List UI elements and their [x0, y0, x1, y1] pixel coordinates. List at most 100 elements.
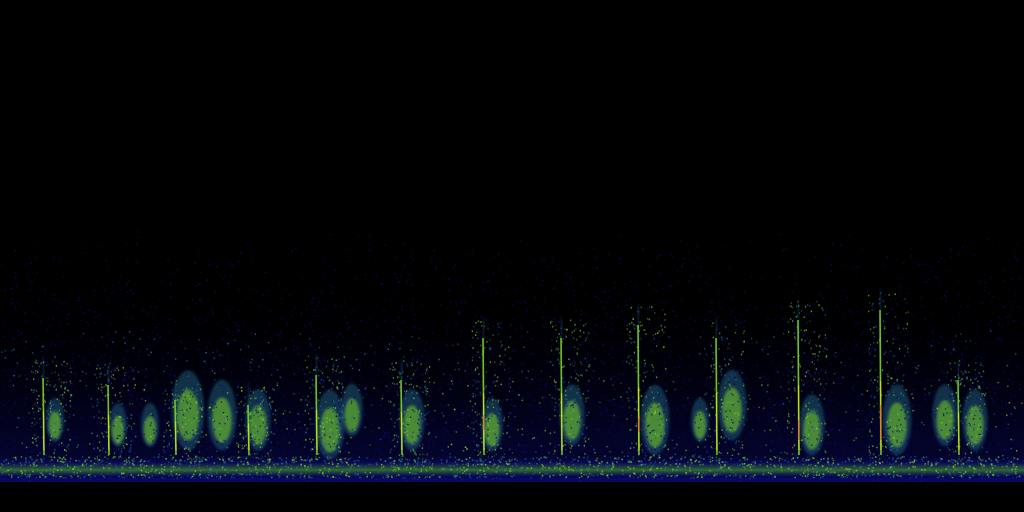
- speckle-dot: [449, 374, 451, 376]
- speckle-dot: [83, 358, 85, 360]
- speckle-dot: [10, 298, 13, 300]
- speckle-dot: [464, 370, 467, 372]
- speckle-dot: [1010, 413, 1012, 415]
- speckle-dot: [123, 379, 126, 382]
- speckle-dot: [282, 364, 284, 367]
- speckle-dot: [236, 324, 238, 327]
- speckle-dot: [800, 415, 802, 417]
- speckle-dot: [952, 400, 955, 402]
- speckle-dot: [441, 407, 443, 409]
- speckle-dot: [63, 409, 66, 412]
- speckle-dot: [908, 355, 911, 357]
- speckle-dot: [495, 437, 497, 439]
- speckle-dot: [57, 374, 60, 376]
- speckle-dot: [843, 424, 845, 426]
- speckle-dot: [3, 387, 6, 390]
- speckle-dot: [1004, 428, 1006, 430]
- speckle-dot: [792, 395, 794, 397]
- speckle-dot: [257, 385, 259, 387]
- speckle-dot: [231, 334, 233, 336]
- speckle-dot: [168, 444, 170, 446]
- speckle-dot: [831, 391, 833, 393]
- speckle-dot: [501, 327, 503, 329]
- speckle-dot: [668, 336, 670, 338]
- speckle-dot: [262, 294, 265, 296]
- speckle-dot: [1016, 306, 1019, 308]
- speckle-dot: [833, 354, 835, 356]
- speckle-dot: [3, 322, 5, 324]
- speckle-dot: [247, 242, 249, 245]
- speckle-dot: [125, 242, 127, 244]
- speckle-dot: [382, 436, 384, 438]
- speckle-dot: [535, 310, 537, 313]
- speckle-dot: [787, 422, 790, 424]
- speckle-dot: [50, 405, 52, 407]
- speckle-dot: [49, 442, 51, 445]
- speckle-dot: [162, 373, 164, 376]
- speckle-dot: [1014, 293, 1016, 295]
- speckle-dot: [493, 255, 496, 257]
- speckle-dot: [896, 425, 898, 427]
- speckle-dot: [630, 342, 633, 344]
- speckle-dot: [228, 405, 230, 408]
- speckle-dot: [122, 377, 125, 379]
- speckle-dot: [946, 270, 948, 272]
- speckle-dot: [360, 319, 362, 322]
- speckle-dot: [897, 292, 900, 294]
- speckle-dot: [959, 305, 962, 308]
- speckle-dot: [676, 408, 678, 411]
- speckle-dot: [915, 371, 917, 374]
- speckle-dot: [657, 406, 659, 408]
- speckle-dot: [583, 312, 585, 314]
- speckle-dot: [904, 411, 906, 413]
- speckle-dot: [1010, 415, 1012, 417]
- speckle-dot: [580, 314, 583, 316]
- speckle-dot: [674, 388, 676, 391]
- speckle-dot: [131, 402, 134, 405]
- speckle-dot: [286, 428, 288, 430]
- speckle-dot: [19, 417, 21, 419]
- speckle-dot: [189, 393, 192, 395]
- speckle-dot: [1016, 365, 1018, 368]
- speckle-dot: [885, 372, 888, 375]
- speckle-dot: [641, 449, 644, 451]
- speckle-dot: [243, 424, 246, 427]
- speckle-dot: [526, 309, 528, 311]
- speckle-dot: [193, 417, 195, 420]
- speckle-dot: [284, 410, 286, 412]
- speckle-dot: [375, 261, 377, 263]
- speckle-dot: [98, 415, 100, 418]
- speckle-dot: [40, 442, 42, 444]
- speckle-dot: [692, 397, 694, 399]
- speckle-dot: [388, 436, 391, 438]
- speckle-dot: [70, 364, 72, 367]
- speckle-dot: [60, 381, 62, 383]
- speckle-dot: [361, 424, 364, 427]
- speckle-dot: [247, 295, 249, 298]
- speckle-dot: [156, 334, 159, 336]
- speckle-dot: [247, 345, 250, 348]
- speckle-dot: [613, 362, 615, 364]
- speckle-dot: [672, 448, 674, 450]
- speckle-dot: [308, 345, 311, 347]
- speckle-dot: [882, 436, 885, 438]
- speckle-dot: [197, 348, 200, 351]
- speckle-dot: [998, 443, 1000, 446]
- speckle-dot: [578, 343, 580, 345]
- speckle-dot: [247, 382, 249, 385]
- speckle-dot: [52, 429, 55, 432]
- speckle-dot: [59, 413, 61, 415]
- speckle-dot: [965, 347, 968, 349]
- speckle-dot: [288, 442, 291, 444]
- speckle-dot: [191, 448, 193, 450]
- speckle-dot: [613, 299, 616, 301]
- speckle-dot: [945, 296, 947, 298]
- speckle-dot: [651, 391, 654, 393]
- speckle-dot: [12, 338, 14, 340]
- speckle-dot: [714, 312, 716, 315]
- speckle-dot: [960, 407, 962, 410]
- speckle-dot: [538, 438, 540, 440]
- speckle-dot: [206, 448, 208, 450]
- speckle-dot: [805, 313, 808, 316]
- speckle-dot: [377, 448, 379, 450]
